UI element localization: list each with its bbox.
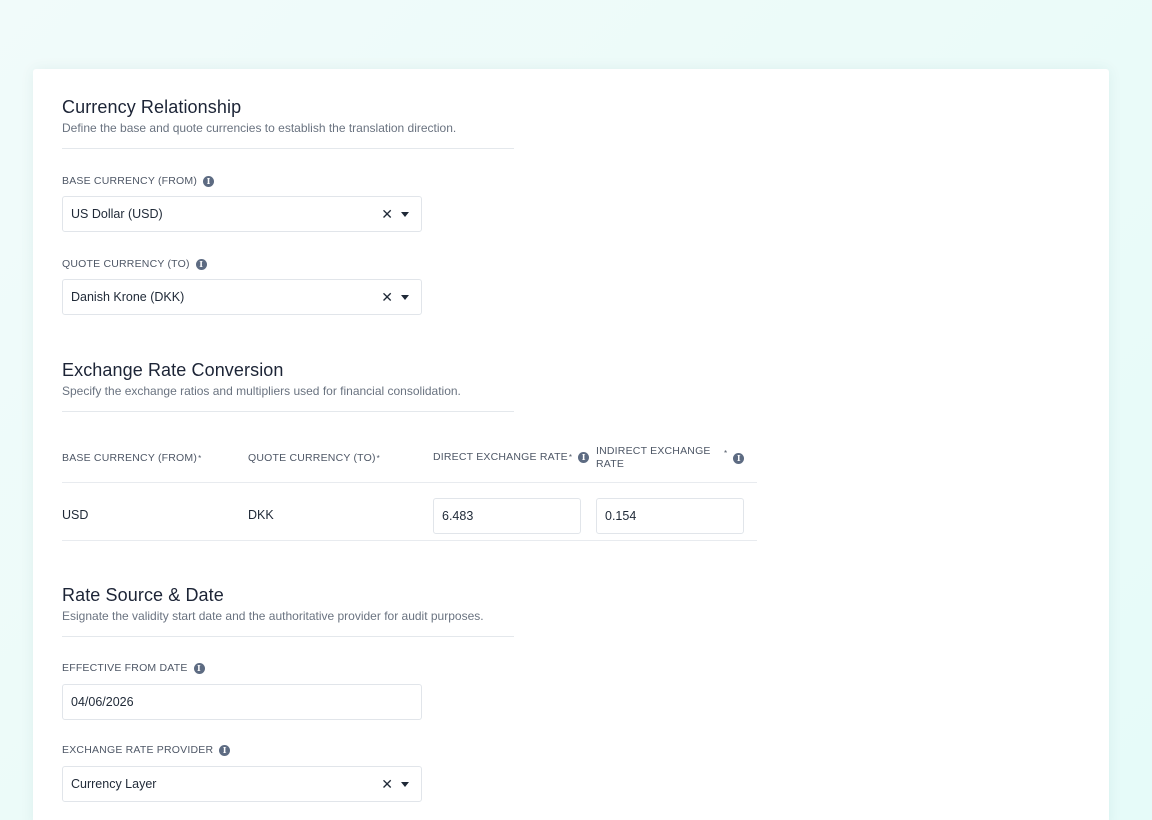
- section-divider: [62, 636, 514, 637]
- required-marker: *: [376, 454, 380, 463]
- effective-date-label: EFFECTIVE FROM DATE i: [62, 662, 205, 675]
- quote-currency-label: QUOTE CURRENCY (TO) i: [62, 258, 207, 271]
- provider-select[interactable]: Currency Layer ✕: [62, 766, 422, 802]
- section-title: Rate Source & Date: [62, 585, 224, 605]
- info-icon[interactable]: i: [219, 745, 231, 756]
- chevron-down-icon[interactable]: [401, 294, 409, 300]
- column-header-direct-rate: DIRECT EXCHANGE RATE * i: [433, 451, 590, 464]
- rate-source-date-section: Rate Source & Date Esignate the validity…: [62, 584, 514, 637]
- base-currency-value: US Dollar (USD): [71, 207, 163, 221]
- base-currency-label: BASE CURRENCY (FROM) i: [62, 175, 215, 188]
- row-quote-currency: DKK: [248, 508, 274, 522]
- column-header-base-currency: BASE CURRENCY (FROM)*: [62, 452, 202, 464]
- info-icon[interactable]: i: [733, 452, 745, 464]
- row-base-currency: USD: [62, 508, 89, 522]
- section-divider: [62, 411, 514, 412]
- exchange-rate-conversion-section: Exchange Rate Conversion Specify the exc…: [62, 359, 514, 412]
- section-description: Specify the exchange ratios and multipli…: [62, 384, 461, 398]
- direct-rate-input[interactable]: 6.483: [433, 498, 581, 534]
- indirect-rate-input[interactable]: 0.154: [596, 498, 744, 534]
- section-description: Esignate the validity start date and the…: [62, 609, 484, 623]
- provider-label: EXCHANGE RATE PROVIDER i: [62, 744, 231, 757]
- chevron-down-icon[interactable]: [401, 211, 409, 217]
- table-divider: [62, 482, 757, 483]
- quote-currency-value: Danish Krone (DKK): [71, 290, 185, 304]
- currency-relationship-section: Currency Relationship Define the base an…: [62, 96, 514, 149]
- required-marker: *: [568, 453, 573, 462]
- effective-date-input[interactable]: 04/06/2026: [62, 684, 422, 720]
- info-icon[interactable]: i: [578, 452, 590, 463]
- close-icon[interactable]: ✕: [381, 290, 393, 304]
- info-icon[interactable]: i: [203, 176, 215, 187]
- section-title: Exchange Rate Conversion: [62, 360, 284, 380]
- section-description: Define the base and quote currencies to …: [62, 121, 457, 135]
- close-icon[interactable]: ✕: [381, 777, 393, 791]
- base-currency-select[interactable]: US Dollar (USD) ✕: [62, 196, 422, 232]
- section-title: Currency Relationship: [62, 97, 242, 117]
- column-header-quote-currency: QUOTE CURRENCY (TO)*: [248, 452, 380, 464]
- table-divider: [62, 540, 757, 541]
- required-marker: *: [198, 454, 202, 463]
- info-icon[interactable]: i: [193, 663, 205, 674]
- info-icon[interactable]: i: [195, 259, 207, 270]
- chevron-down-icon[interactable]: [401, 781, 409, 787]
- close-icon[interactable]: ✕: [381, 207, 393, 221]
- column-header-indirect-rate: INDIRECT EXCHANGE RATE * i: [596, 445, 751, 471]
- section-divider: [62, 148, 514, 149]
- provider-value: Currency Layer: [71, 777, 157, 791]
- form-card: Currency Relationship Define the base an…: [33, 69, 1109, 820]
- required-marker: *: [724, 449, 728, 458]
- quote-currency-select[interactable]: Danish Krone (DKK) ✕: [62, 279, 422, 315]
